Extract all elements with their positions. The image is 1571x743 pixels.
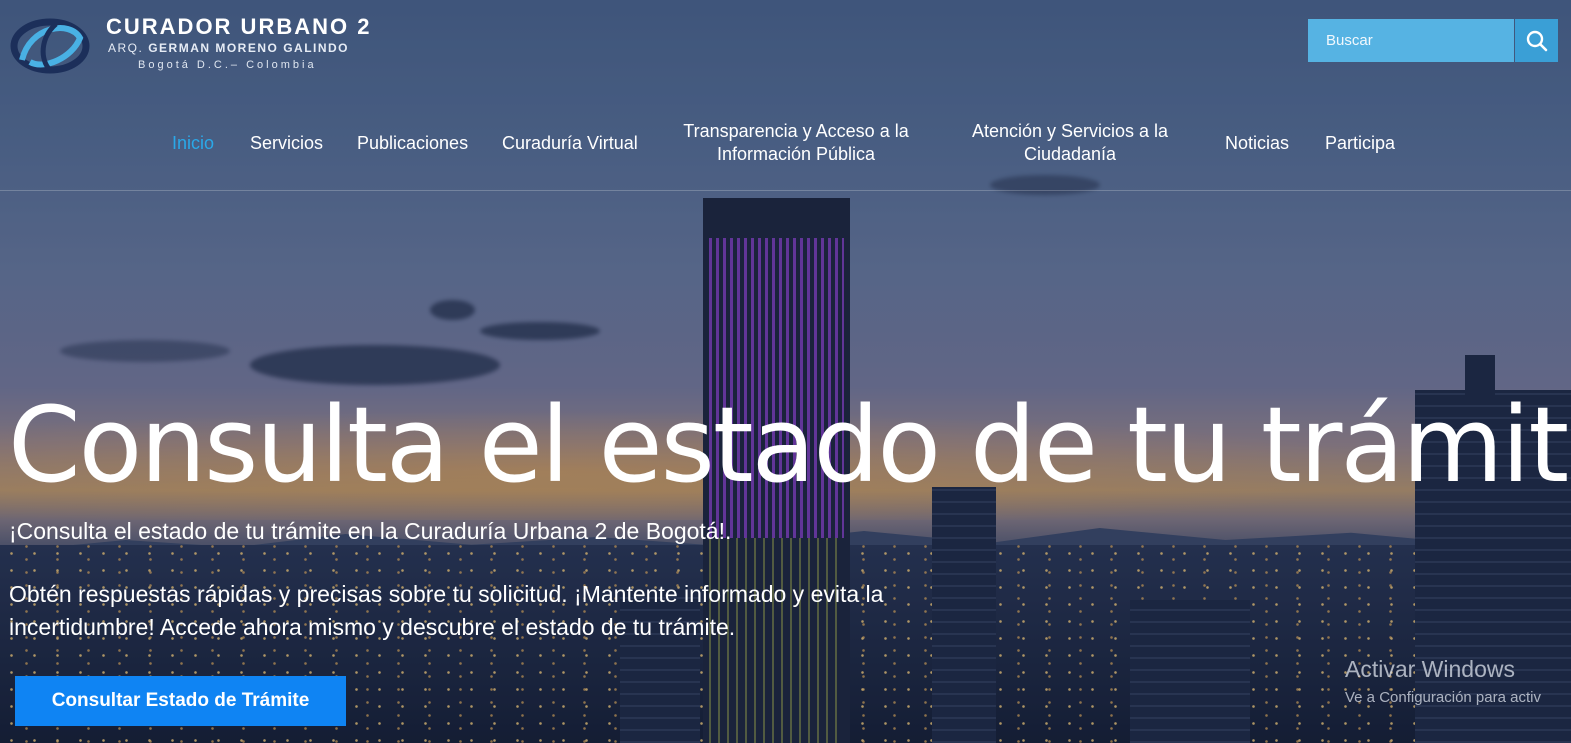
- nav-label-line2: Ciudadanía: [1023, 144, 1117, 164]
- watermark-subtitle: Ve a Configuración para activ: [1345, 689, 1541, 706]
- nav-item-participa[interactable]: Participa: [1325, 132, 1395, 155]
- nav-label-line2: Información Pública: [716, 144, 876, 164]
- nav-item-inicio[interactable]: Inicio: [172, 132, 214, 155]
- consultar-estado-button[interactable]: Consultar Estado de Trámite: [15, 676, 346, 726]
- nav-label: Transparencia y Acceso a la: [683, 121, 909, 141]
- main-nav: Inicio Servicios Publicaciones Curaduría…: [0, 120, 1571, 190]
- logo-name: GERMAN MORENO GALINDO: [148, 41, 350, 55]
- search-bar: [1308, 19, 1558, 62]
- nav-item-curaduria-virtual[interactable]: Curaduría Virtual: [502, 132, 638, 155]
- search-button[interactable]: [1515, 19, 1558, 62]
- logo-prefix: ARQ.: [108, 41, 144, 55]
- nav-item-noticias[interactable]: Noticias: [1225, 132, 1289, 155]
- site-logo[interactable]: CURADOR URBANO 2 ARQ. GERMAN MORENO GALI…: [10, 12, 370, 76]
- search-icon: [1526, 30, 1547, 51]
- nav-label: Curaduría Virtual: [502, 133, 638, 153]
- logo-title: CURADOR URBANO 2: [106, 14, 372, 39]
- search-input[interactable]: [1308, 19, 1514, 62]
- logo-subtitle: ARQ. GERMAN MORENO GALINDO: [108, 41, 349, 55]
- nav-label: Publicaciones: [357, 133, 469, 153]
- nav-item-atencion-ciudadania[interactable]: Atención y Servicios a la Ciudadanía: [965, 120, 1175, 166]
- nav-label: Servicios: [250, 133, 324, 153]
- nav-label: Atención y Servicios a la: [971, 121, 1169, 141]
- nav-label: Participa: [1325, 133, 1396, 153]
- nav-label: Noticias: [1225, 133, 1290, 153]
- nav-divider: [0, 190, 1571, 191]
- logo-location: Bogotá D.C.– Colombia: [138, 59, 317, 71]
- windows-activation-watermark: Activar Windows Ve a Configuración para …: [1345, 656, 1541, 706]
- nav-item-publicaciones[interactable]: Publicaciones: [357, 132, 468, 155]
- hero-title: Consulta el estado de tu trámite: [8, 384, 1571, 506]
- hero-subtitle: ¡Consulta el estado de tu trámite en la …: [9, 518, 732, 544]
- hero-description: Obtén respuestas rápidas y precisas sobr…: [9, 581, 884, 640]
- nav-item-transparencia[interactable]: Transparencia y Acceso a la Información …: [680, 120, 912, 166]
- logo-mark-icon: [10, 18, 90, 74]
- nav-item-servicios[interactable]: Servicios: [250, 132, 323, 155]
- watermark-title: Activar Windows: [1345, 656, 1515, 682]
- nav-label: Inicio: [172, 133, 215, 153]
